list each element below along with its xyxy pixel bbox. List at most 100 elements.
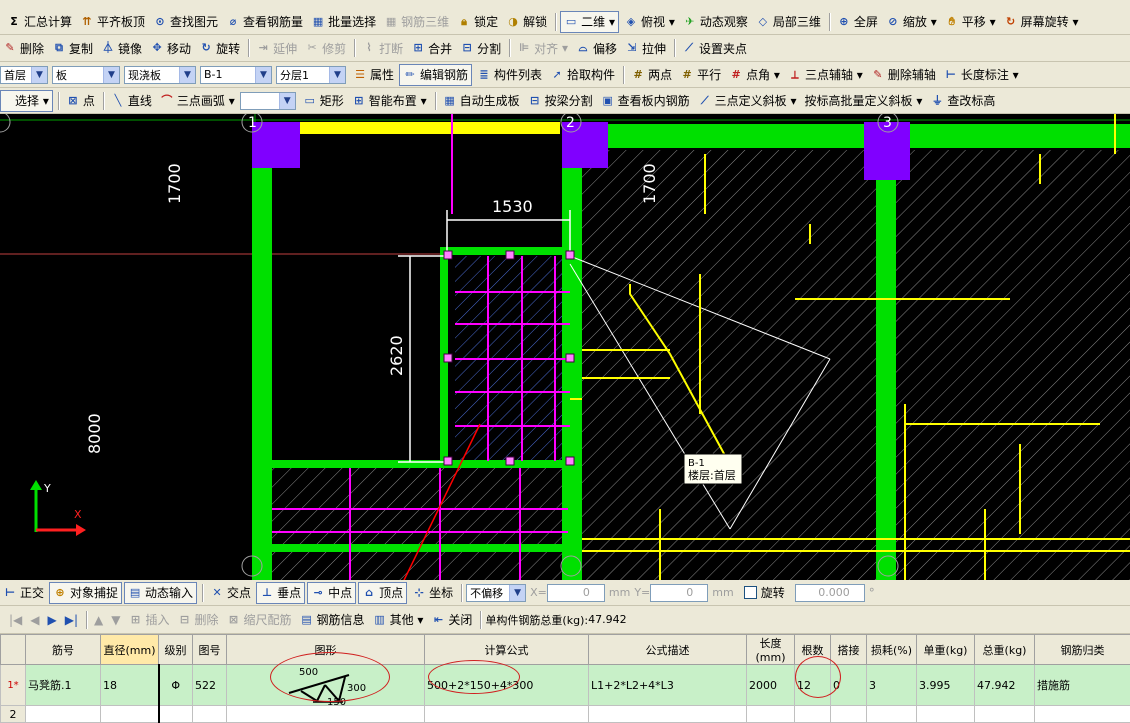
next-record-button[interactable]: ▶: [45, 610, 60, 630]
shape-select[interactable]: ▼: [240, 92, 296, 110]
cell-description[interactable]: L1+2*L2+4*L3: [589, 665, 747, 706]
rotate-button[interactable]: ↻旋转: [196, 38, 243, 58]
cell-name[interactable]: 马凳筋.1: [26, 665, 101, 706]
header-cell[interactable]: 钢筋归类: [1035, 635, 1130, 665]
subtype-select[interactable]: 现浇板▼: [124, 66, 196, 84]
split-button[interactable]: ⊟分割: [457, 38, 504, 58]
batch-select-button[interactable]: ▦批量选择: [308, 12, 379, 32]
rotate-checkbox[interactable]: [744, 586, 757, 599]
local-3d-button[interactable]: ◇局部三维: [753, 12, 824, 32]
break-button[interactable]: ⌇打断: [359, 38, 406, 58]
delete-axis-button[interactable]: ✎删除辅轴: [868, 65, 939, 85]
smart-layout-dropdown[interactable]: ⊞智能布置 ▾: [349, 91, 430, 111]
dynamic-input-toggle[interactable]: ▤动态输入: [124, 582, 197, 604]
parallel-axis-button[interactable]: #平行: [677, 65, 724, 85]
copy-button[interactable]: ⧉复制: [49, 38, 96, 58]
row-number[interactable]: 1*: [1, 665, 26, 706]
cell-category[interactable]: 措施筋: [1035, 665, 1130, 706]
arc-dropdown[interactable]: ⌒三点画弧 ▾: [157, 91, 238, 111]
extend-button[interactable]: ⇥延伸: [253, 38, 300, 58]
intersection-snap[interactable]: ✕交点: [207, 583, 254, 603]
top-view-dropdown[interactable]: ◈俯视 ▾: [621, 12, 678, 32]
table-row[interactable]: 1* 马凳筋.1 18 Φ 522 500 300 150 500+2*150+…: [1, 665, 1130, 706]
zoom-dropdown[interactable]: ⊘缩放 ▾: [883, 12, 940, 32]
fullscreen-button[interactable]: ⊕全屏: [834, 12, 881, 32]
close-button[interactable]: ⇤关闭: [428, 610, 475, 630]
midpoint-snap[interactable]: ⊸中点: [307, 582, 356, 604]
header-cell[interactable]: 计算公式: [425, 635, 589, 665]
trim-button[interactable]: ✂修剪: [302, 38, 349, 58]
line-button[interactable]: ╲直线: [108, 91, 155, 111]
layer-select[interactable]: 分层1▼: [276, 66, 346, 84]
prev-record-button[interactable]: ◀: [27, 610, 42, 630]
floor-select[interactable]: 首层▼: [0, 66, 48, 84]
summary-calc-button[interactable]: Σ汇总计算: [4, 12, 75, 32]
pan-dropdown[interactable]: ✋︎平移 ▾: [942, 12, 999, 32]
three-point-slope-dropdown[interactable]: ⟋三点定义斜板 ▾: [695, 91, 800, 111]
object-snap-toggle[interactable]: ⊕对象捕捉: [49, 582, 122, 604]
set-grip-button[interactable]: ⟋设置夹点: [679, 38, 750, 58]
mirror-button[interactable]: ⏃镜像: [98, 38, 145, 58]
dynamic-observe-button[interactable]: ✈动态观察: [680, 12, 751, 32]
move-up-button[interactable]: ▲: [91, 610, 106, 630]
header-cell[interactable]: 损耗(%): [867, 635, 917, 665]
scale-rebar-button[interactable]: ⊠缩尺配筋: [224, 610, 295, 630]
view-rebar-qty-button[interactable]: ⌀查看钢筋量: [223, 12, 306, 32]
header-cell[interactable]: 筋号: [26, 635, 101, 665]
insert-button[interactable]: ⊞插入: [126, 610, 173, 630]
other-dropdown[interactable]: ▥其他 ▾: [370, 610, 427, 630]
stretch-button[interactable]: ⇲拉伸: [622, 38, 669, 58]
header-cell[interactable]: 图号: [193, 635, 227, 665]
header-cell[interactable]: 搭接: [831, 635, 867, 665]
rebar-3d-button[interactable]: ▦钢筋三维: [381, 12, 452, 32]
batch-slope-dropdown[interactable]: 按标高批量定义斜板 ▾: [802, 91, 926, 111]
view-2d-dropdown[interactable]: ▭二维 ▾: [560, 11, 619, 33]
rebar-info-button[interactable]: ▤钢筋信息: [297, 610, 368, 630]
cell-loss[interactable]: 3: [867, 665, 917, 706]
merge-button[interactable]: ⊞合并: [408, 38, 455, 58]
header-cell[interactable]: 单重(kg): [917, 635, 975, 665]
delete-button[interactable]: ✎删除: [0, 38, 47, 58]
point-angle-dropdown[interactable]: #点角 ▾: [726, 65, 783, 85]
header-cell[interactable]: 长度(mm): [747, 635, 795, 665]
perpendicular-snap[interactable]: ⊥垂点: [256, 582, 305, 604]
coordinate-snap[interactable]: ⊹坐标: [409, 583, 456, 603]
last-record-button[interactable]: ▶|: [62, 610, 81, 630]
align-slab-top-button[interactable]: ⇈平齐板顶: [77, 12, 148, 32]
cell-figure-no[interactable]: 522: [193, 665, 227, 706]
edit-rebar-button[interactable]: ✏编辑钢筋: [399, 64, 472, 86]
y-input[interactable]: 0: [650, 584, 708, 602]
find-element-button[interactable]: ⊙查找图元: [150, 12, 221, 32]
cell-total-weight[interactable]: 47.942: [975, 665, 1035, 706]
auto-generate-slab-button[interactable]: ▦自动生成板: [440, 91, 523, 111]
offset-mode-select[interactable]: 不偏移▼: [466, 584, 526, 602]
move-button[interactable]: ✥移动: [147, 38, 194, 58]
rotate-angle-input[interactable]: 0.000: [795, 584, 865, 602]
unlock-button[interactable]: ◑解锁: [503, 12, 550, 32]
first-record-button[interactable]: |◀: [6, 610, 25, 630]
split-by-beam-button[interactable]: ⊟按梁分割: [525, 91, 596, 111]
element-select[interactable]: B-1▼: [200, 66, 272, 84]
offset-button[interactable]: ⌓偏移: [573, 38, 620, 58]
header-cell[interactable]: 总重(kg): [975, 635, 1035, 665]
edit-elevation-button[interactable]: ⏚查改标高: [927, 91, 998, 111]
cell-diameter[interactable]: 18: [101, 665, 159, 706]
cell-grade[interactable]: Φ: [159, 665, 193, 706]
drawing-canvas[interactable]: 1 2 3 1530 1700 1700 2620 8000 B-1 楼层:首层…: [0, 114, 1130, 580]
delete-row-button[interactable]: ⊟删除: [175, 610, 222, 630]
rectangle-button[interactable]: ▭矩形: [300, 91, 347, 111]
pick-component-button[interactable]: ➚拾取构件: [547, 65, 618, 85]
cell-length[interactable]: 2000: [747, 665, 795, 706]
move-down-button[interactable]: ▼: [108, 610, 123, 630]
select-dropdown[interactable]: 选择 ▾: [0, 90, 53, 112]
category-select[interactable]: 板▼: [52, 66, 120, 84]
header-cell[interactable]: 直径(mm): [101, 635, 159, 665]
align-dropdown[interactable]: ⊫对齐 ▾: [514, 38, 571, 58]
x-input[interactable]: 0: [547, 584, 605, 602]
two-point-axis-button[interactable]: #两点: [628, 65, 675, 85]
point-button[interactable]: ⊠点: [63, 91, 98, 111]
header-cell[interactable]: 公式描述: [589, 635, 747, 665]
length-dimension-dropdown[interactable]: ⊢长度标注 ▾: [941, 65, 1022, 85]
header-cell[interactable]: 级别: [159, 635, 193, 665]
properties-button[interactable]: ☰属性: [350, 65, 397, 85]
